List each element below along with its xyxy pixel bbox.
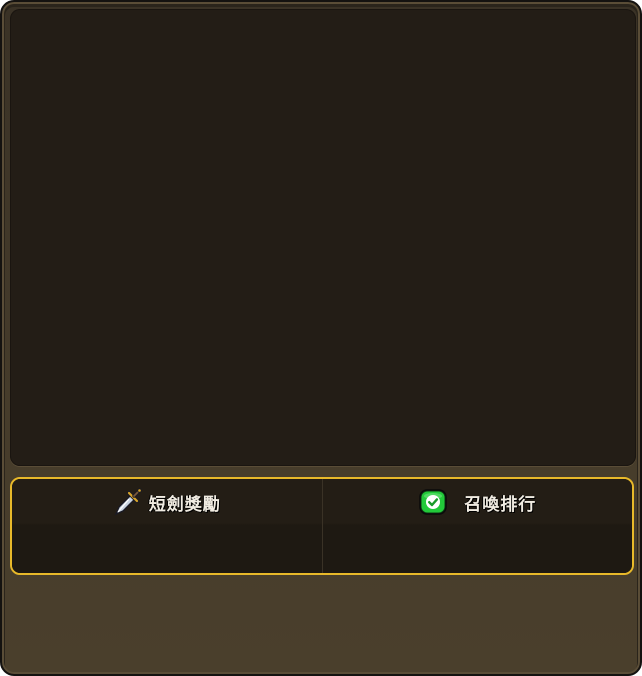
tab-bar: 短劍獎勵 召喚排行 <box>10 477 634 575</box>
tab-dagger-reward-label: 短劍獎勵 <box>148 494 221 515</box>
tab-summon-ranking[interactable]: 召喚排行 <box>321 479 633 573</box>
content-panel <box>10 9 636 466</box>
tab-header: 召喚排行 <box>323 487 633 517</box>
tab-header: 短劍獎勵 <box>12 487 322 517</box>
green-check-icon <box>418 487 448 517</box>
tab-body <box>323 525 633 573</box>
dagger-icon <box>113 487 143 517</box>
tab-dagger-reward[interactable]: 短劍獎勵 <box>12 479 322 573</box>
tab-body <box>12 525 322 573</box>
tab-summon-ranking-label: 召喚排行 <box>464 494 537 515</box>
window-frame: 短劍獎勵 召喚排行 <box>0 0 642 676</box>
